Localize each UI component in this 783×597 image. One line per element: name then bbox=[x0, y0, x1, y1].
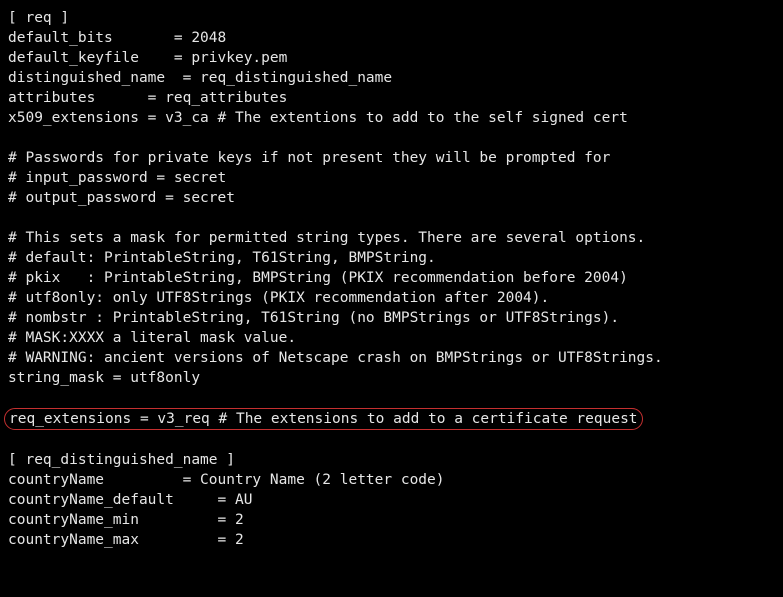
config-line: # pkix : PrintableString, BMPString (PKI… bbox=[8, 268, 775, 288]
config-line bbox=[8, 388, 775, 408]
config-line: string_mask = utf8only bbox=[8, 368, 775, 388]
config-line: countryName = Country Name (2 letter cod… bbox=[8, 470, 775, 490]
config-line: x509_extensions = v3_ca # The extentions… bbox=[8, 108, 775, 128]
config-line: countryName_max = 2 bbox=[8, 530, 775, 550]
config-line: [ req ] bbox=[8, 8, 775, 28]
config-line: countryName_min = 2 bbox=[8, 510, 775, 530]
config-file-text: [ req ]default_bits = 2048default_keyfil… bbox=[8, 8, 775, 550]
config-line: attributes = req_attributes bbox=[8, 88, 775, 108]
highlighted-line: req_extensions = v3_req # The extensions… bbox=[4, 408, 643, 430]
config-line: countryName_default = AU bbox=[8, 490, 775, 510]
config-line: # output_password = secret bbox=[8, 188, 775, 208]
config-line bbox=[8, 128, 775, 148]
config-line: distinguished_name = req_distinguished_n… bbox=[8, 68, 775, 88]
config-line: # nombstr : PrintableString, T61String (… bbox=[8, 308, 775, 328]
config-line: default_keyfile = privkey.pem bbox=[8, 48, 775, 68]
config-line bbox=[8, 208, 775, 228]
config-line: # utf8only: only UTF8Strings (PKIX recom… bbox=[8, 288, 775, 308]
config-line: # WARNING: ancient versions of Netscape … bbox=[8, 348, 775, 368]
config-line bbox=[8, 430, 775, 450]
config-line: # This sets a mask for permitted string … bbox=[8, 228, 775, 248]
config-line: # Passwords for private keys if not pres… bbox=[8, 148, 775, 168]
config-line: # default: PrintableString, T61String, B… bbox=[8, 248, 775, 268]
config-line: # MASK:XXXX a literal mask value. bbox=[8, 328, 775, 348]
config-line: default_bits = 2048 bbox=[8, 28, 775, 48]
config-line: # input_password = secret bbox=[8, 168, 775, 188]
config-line: req_extensions = v3_req # The extensions… bbox=[8, 408, 775, 430]
config-line: [ req_distinguished_name ] bbox=[8, 450, 775, 470]
